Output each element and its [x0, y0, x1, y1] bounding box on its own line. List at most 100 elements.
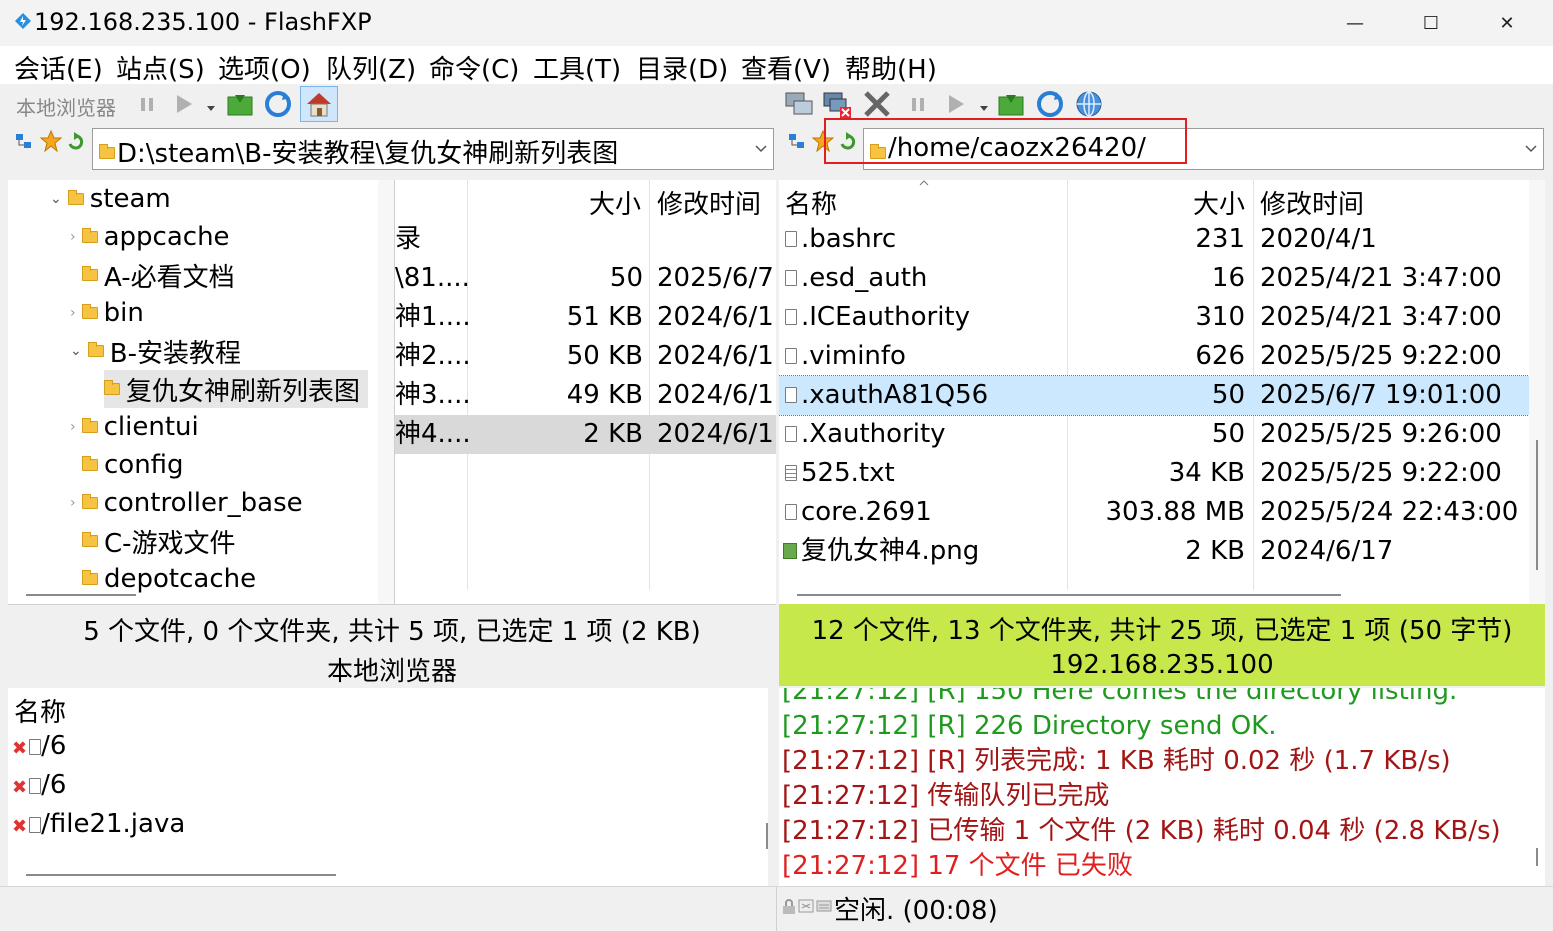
file-row[interactable]: .esd_auth 16 2025/4/21 3:47:00: [779, 259, 1529, 298]
connection-icon: [816, 900, 832, 912]
maximize-button[interactable]: ☐: [1393, 0, 1469, 46]
menu-options[interactable]: 选项(O): [218, 49, 311, 86]
file-name: .xauthA81Q56: [801, 380, 989, 410]
file-row[interactable]: .Xauthority 50 2025/5/25 9:26:00: [779, 415, 1529, 454]
menu-help[interactable]: 帮助(H): [845, 49, 937, 86]
file-size: 303.88 MB: [1105, 497, 1245, 527]
queue-column-name[interactable]: 名称: [14, 692, 66, 729]
column-modified[interactable]: 修改时间: [657, 184, 761, 221]
local-file-list: 大小 修改时间 录 \81.... 50 2025/6/7 神1.... 51 …: [394, 180, 776, 604]
queue-item-name: /6: [41, 731, 67, 761]
file-row-selected[interactable]: .xauthA81Q56 50 2025/6/7 19:01:00: [779, 375, 1530, 416]
remote-panel-label: 192.168.235.100: [1050, 650, 1274, 680]
chevron-right-icon: ›: [70, 495, 76, 511]
remote-transfer-button[interactable]: [940, 88, 972, 120]
column-size[interactable]: 大小: [589, 184, 641, 221]
local-path-combo[interactable]: D:\steam\B-安装教程\复仇女神刷新列表图: [92, 128, 774, 170]
transfer-button[interactable]: [168, 88, 200, 120]
transfer-dropdown[interactable]: [206, 98, 216, 117]
local-go-icon[interactable]: [66, 132, 86, 156]
file-row[interactable]: 神3.... 49 KB 2024/6/1: [395, 376, 776, 415]
file-row[interactable]: 神1.... 51 KB 2024/6/1: [395, 298, 776, 337]
column-size[interactable]: 大小: [1193, 184, 1245, 221]
queue-hscrollbar[interactable]: [8, 868, 768, 886]
file-size: 51 KB: [566, 302, 643, 332]
disconnect-button[interactable]: [821, 88, 853, 120]
tree-item-bin[interactable]: › bin: [70, 294, 144, 332]
local-path-bar: D:\steam\B-安装教程\复仇女神刷新列表图: [0, 124, 776, 174]
menu-queue[interactable]: 队列(Z): [326, 49, 416, 86]
tree-item-selected-folder[interactable]: 复仇女神刷新列表图: [104, 370, 369, 408]
home-button[interactable]: [300, 86, 338, 122]
menu-directory[interactable]: 目录(D): [636, 49, 728, 86]
tree-item-depotcache[interactable]: depotcache: [82, 560, 256, 598]
menu-sites[interactable]: 站点(S): [116, 49, 205, 86]
file-row[interactable]: 神2.... 50 KB 2024/6/1: [395, 337, 776, 376]
local-favorites-icon[interactable]: [39, 129, 63, 156]
file-name: \81....: [395, 263, 470, 293]
file-name: .esd_auth: [801, 263, 928, 293]
tree-item-c-game-files[interactable]: C-游戏文件: [82, 522, 236, 560]
file-row[interactable]: core.2691 303.88 MB 2025/5/24 22:43:00: [779, 493, 1529, 532]
remote-refresh-button[interactable]: [1034, 88, 1066, 120]
file-row[interactable]: .bashrc 231 2020/4/1: [779, 220, 1529, 259]
local-refresh-button[interactable]: [262, 88, 294, 120]
tree-item-a-docs[interactable]: A-必看文档: [82, 256, 235, 294]
file-row[interactable]: .viminfo 626 2025/5/25 9:22:00: [779, 337, 1529, 376]
local-browser-label: 本地浏览器: [16, 96, 116, 120]
queue-item[interactable]: ✖ /file21.java: [12, 805, 185, 844]
file-row-selected[interactable]: 神4.... 2 KB 2024/6/1: [395, 415, 776, 454]
file-modified: 2025/4/21 3:47:00: [1260, 302, 1502, 332]
folder-icon: [82, 266, 98, 281]
queue-vscroll-thumb[interactable]: [766, 823, 768, 849]
file-modified: 2025/5/25 9:22:00: [1260, 341, 1502, 371]
queue-item[interactable]: ✖ /6: [12, 727, 66, 766]
file-name: 神2....: [395, 341, 471, 371]
remote-hscroll-thumb[interactable]: [797, 594, 1341, 596]
file-row[interactable]: 复仇女神4.png 2 KB 2024/6/17: [779, 532, 1529, 571]
tree-item-config[interactable]: config: [82, 446, 184, 484]
column-modified[interactable]: 修改时间: [1260, 184, 1364, 221]
remote-transfer-dropdown[interactable]: [979, 98, 989, 117]
lock-icon: [783, 899, 795, 914]
transfer-queue: 名称 ✖ /6 ✖ /6 ✖ /file21.java: [8, 688, 768, 868]
column-name[interactable]: 名称: [785, 184, 837, 221]
file-row[interactable]: \81.... 50 2025/6/7: [395, 259, 776, 298]
tree-item-label: steam: [89, 184, 171, 214]
remote-vscrollbar[interactable]: [1529, 180, 1545, 604]
remote-pause-button[interactable]: [902, 88, 934, 120]
queue-item[interactable]: ✖ /6: [12, 766, 66, 805]
menu-tools[interactable]: 工具(T): [533, 49, 621, 86]
file-row[interactable]: 525.txt 34 KB 2025/5/25 9:22:00: [779, 454, 1529, 493]
close-button[interactable]: ✕: [1469, 0, 1545, 46]
log-vscroll-thumb[interactable]: [1536, 848, 1538, 866]
local-tree-toggle-icon[interactable]: [14, 132, 34, 156]
abort-button[interactable]: [861, 88, 893, 120]
remote-refresh-tree-button[interactable]: [995, 88, 1027, 120]
menu-view[interactable]: 查看(V): [741, 49, 831, 86]
local-refresh-tree-button[interactable]: [224, 88, 256, 120]
chevron-down-icon: [755, 145, 767, 153]
file-row[interactable]: 录: [395, 220, 776, 259]
menu-session[interactable]: 会话(E): [14, 49, 103, 86]
file-icon: [785, 387, 797, 403]
menu-commands[interactable]: 命令(C): [429, 49, 519, 86]
file-row[interactable]: .ICEauthority 310 2025/4/21 3:47:00: [779, 298, 1529, 337]
tree-scrollbar[interactable]: [378, 180, 394, 604]
minimize-button[interactable]: —: [1317, 0, 1393, 46]
tree-item-steam[interactable]: ⌄ steam: [50, 180, 171, 218]
play-icon: [949, 95, 964, 113]
remote-tree-toggle-icon[interactable]: [787, 132, 807, 156]
web-button[interactable]: [1073, 88, 1105, 120]
folder-icon: [87, 342, 104, 357]
pause-button[interactable]: [131, 88, 163, 120]
tree-item-clientui[interactable]: › clientui: [70, 408, 199, 446]
file-modified: 2024/6/1: [657, 380, 774, 410]
title-bar: 192.168.235.100 - FlashFXP — ☐ ✕: [0, 0, 1553, 46]
tree-item-b-install[interactable]: ⌄ B-安装教程: [70, 332, 241, 370]
highlight-box: [824, 118, 1187, 164]
connect-button[interactable]: [783, 88, 815, 120]
tree-item-appcache[interactable]: › appcache: [70, 218, 230, 256]
tree-hscroll-thumb[interactable]: [26, 594, 136, 596]
tree-item-controller-base[interactable]: › controller_base: [70, 484, 303, 522]
